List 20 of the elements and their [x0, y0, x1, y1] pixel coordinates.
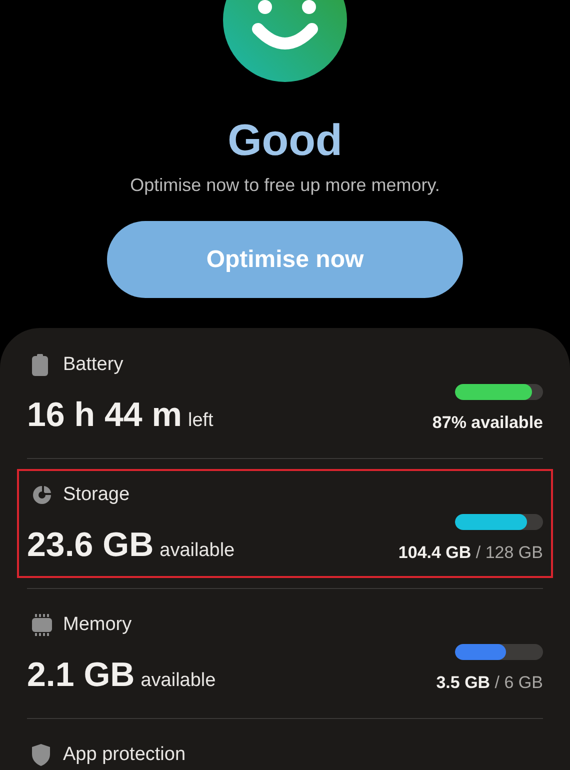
- amount-unit: left: [188, 408, 214, 432]
- category-label: Memory: [63, 613, 132, 637]
- pie-chart-icon: [32, 485, 52, 505]
- battery-icon: [32, 354, 48, 376]
- category-label: Storage: [63, 483, 130, 507]
- amount-value: 2.1 GB: [27, 654, 135, 694]
- usage-reading: 3.5 GB / 6 GB: [436, 672, 543, 694]
- usage-reading: 104.4 GB / 128 GB: [398, 542, 543, 564]
- amount-value: 23.6 GB: [27, 524, 154, 564]
- optimise-button[interactable]: Optimise now: [107, 221, 463, 298]
- usage-reading: 87% available: [432, 412, 543, 434]
- chip-icon: [32, 614, 52, 636]
- amount-value: 16 h 44 m: [27, 394, 182, 434]
- category-label: Battery: [63, 353, 124, 377]
- shield-icon: [32, 744, 50, 766]
- amount-unit: available: [140, 668, 216, 692]
- amount-unit: available: [160, 538, 235, 562]
- status-message: Optimise now to free up more memory.: [130, 174, 440, 197]
- status-title: Good: [228, 115, 342, 167]
- category-label: App protection: [63, 743, 186, 767]
